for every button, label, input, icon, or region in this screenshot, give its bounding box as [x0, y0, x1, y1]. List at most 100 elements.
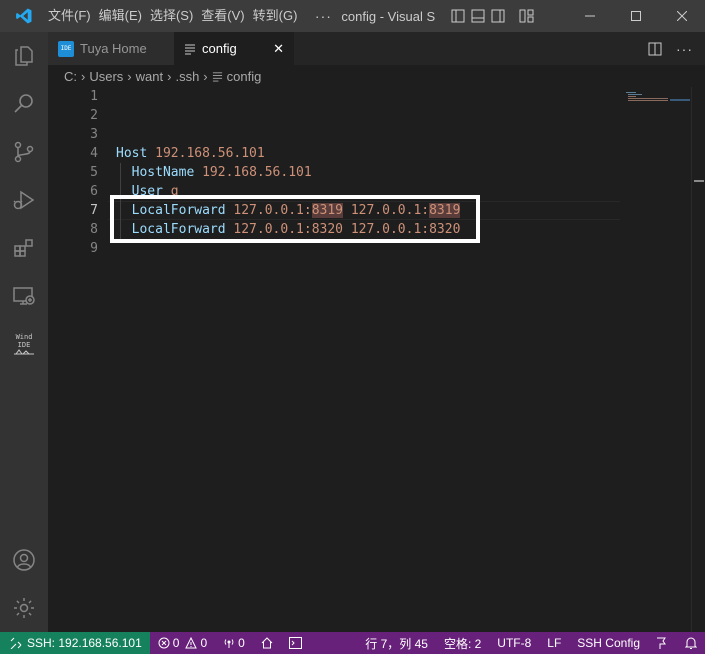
toggle-secondary-sidebar-icon[interactable] [491, 9, 505, 23]
cursor-position-label: 行 7，列 45 [365, 636, 428, 651]
accounts-button[interactable] [0, 536, 48, 584]
end-of-line[interactable]: LF [539, 632, 569, 654]
tab-close-button[interactable]: ✕ [273, 41, 284, 57]
line-number: 4 [90, 146, 98, 161]
problems-indicator[interactable]: 0 0 [150, 632, 215, 654]
gear-icon [14, 598, 34, 618]
line-number: 9 [90, 241, 98, 256]
breadcrumb-item[interactable]: C: [64, 69, 77, 84]
home-icon [261, 637, 273, 649]
line-number: 1 [90, 89, 98, 104]
home-button[interactable] [253, 632, 281, 654]
editor-tabs: IDE Tuya Home config ✕ ··· [48, 32, 705, 65]
code-editor[interactable]: 1 2 3 4 5 6 7 8 9 Host 192.168.56.101 Ho… [48, 87, 691, 632]
breadcrumb-item[interactable]: .ssh [175, 69, 199, 84]
line-number: 6 [90, 184, 98, 199]
more-actions-icon[interactable]: ··· [676, 41, 693, 57]
line-number: 5 [90, 165, 98, 180]
tuya-home-icon: IDE [58, 40, 74, 57]
status-bar: SSH: 192.168.56.101 0 0 0 行 7，列 45 空格: 2… [0, 632, 705, 654]
split-editor-icon[interactable] [648, 42, 662, 56]
search-icon [14, 94, 33, 113]
scrollbar-position-marker [694, 180, 704, 182]
ssh-value: 192.168.56.101 [155, 146, 265, 161]
minimize-icon [585, 15, 595, 17]
code-line: Host 192.168.56.101 [116, 144, 460, 163]
feedback-button[interactable] [648, 632, 677, 654]
explorer-button[interactable] [0, 32, 48, 80]
extensions-button[interactable] [0, 224, 48, 272]
highlight-annotation-box [110, 195, 480, 243]
layout-controls [451, 9, 535, 23]
source-control-icon [14, 141, 34, 163]
ssh-keyword: HostName [131, 165, 195, 180]
encoding-label: UTF-8 [497, 636, 532, 650]
customize-layout-icon[interactable] [519, 9, 535, 23]
language-label: SSH Config [577, 636, 640, 650]
source-control-button[interactable] [0, 128, 48, 176]
search-button[interactable] [0, 80, 48, 128]
file-lines-icon [184, 43, 196, 55]
menu-edit[interactable]: 编辑(E) [99, 0, 150, 32]
remote-explorer-icon [13, 287, 35, 305]
toggle-panel-icon[interactable] [471, 9, 485, 23]
maximize-button[interactable] [613, 0, 659, 32]
language-mode[interactable]: SSH Config [569, 632, 648, 654]
run-debug-button[interactable] [0, 176, 48, 224]
terminal-button[interactable] [281, 632, 310, 654]
wind-ide-label-top: Wind [15, 332, 33, 341]
line-number: 8 [90, 222, 98, 237]
ssh-keyword: Host [116, 146, 148, 161]
indentation-label: 空格: 2 [443, 636, 482, 651]
line-number: 3 [90, 127, 98, 142]
breadcrumb: C: › Users › want › .ssh › config [48, 65, 705, 87]
notifications-button[interactable] [677, 632, 705, 654]
menu-view[interactable]: 查看(V) [201, 0, 252, 32]
tab-tuya-home[interactable]: IDE Tuya Home [48, 32, 174, 65]
bell-icon [685, 637, 697, 649]
error-icon [158, 637, 170, 649]
menu-selection[interactable]: 选择(S) [150, 0, 201, 32]
menu-more-button[interactable]: ··· [305, 8, 341, 24]
ssh-value: 192.168.56.101 [202, 165, 312, 180]
cursor-position[interactable]: 行 7，列 45 [357, 632, 436, 654]
ports-indicator[interactable]: 0 [215, 632, 253, 654]
line-number-current: 7 [90, 203, 98, 218]
breadcrumb-item[interactable]: want [136, 69, 163, 84]
encoding[interactable]: UTF-8 [489, 632, 539, 654]
remote-explorer-button[interactable] [0, 272, 48, 320]
breadcrumb-item[interactable]: config [227, 69, 262, 84]
minimize-button[interactable] [567, 0, 613, 32]
tab-config[interactable]: config ✕ [174, 32, 294, 65]
remote-indicator[interactable]: SSH: 192.168.56.101 [0, 632, 150, 654]
wind-ide-icon [14, 348, 34, 354]
toggle-primary-sidebar-icon[interactable] [451, 9, 465, 23]
tab-label: config [202, 41, 237, 56]
menu-go[interactable]: 转到(G) [253, 0, 306, 32]
terminal-icon [288, 637, 302, 649]
line-number-gutter: 1 2 3 4 5 6 7 8 9 [48, 87, 98, 258]
account-icon [13, 549, 35, 571]
menu-file[interactable]: 文件(F) [48, 0, 99, 32]
minimap[interactable] [626, 90, 690, 110]
code-line: HostName 192.168.56.101 [116, 163, 460, 182]
wind-ide-button[interactable]: Wind IDE [0, 320, 48, 368]
title-bar: 文件(F) 编辑(E) 选择(S) 查看(V) 转到(G) ··· config… [0, 0, 705, 32]
close-window-button[interactable] [659, 0, 705, 32]
chevron-right-icon: › [203, 68, 208, 84]
chevron-right-icon: › [81, 68, 86, 84]
warning-count: 0 [200, 636, 208, 650]
close-icon [677, 11, 687, 21]
indentation[interactable]: 空格: 2 [436, 632, 489, 654]
chevron-right-icon: › [127, 68, 132, 84]
maximize-icon [631, 11, 641, 21]
warning-icon [185, 637, 198, 649]
vscode-logo-icon [0, 0, 48, 32]
feedback-icon [657, 637, 666, 649]
breadcrumb-item[interactable]: Users [89, 69, 123, 84]
vertical-scrollbar[interactable] [691, 87, 705, 632]
manage-button[interactable] [0, 584, 48, 632]
